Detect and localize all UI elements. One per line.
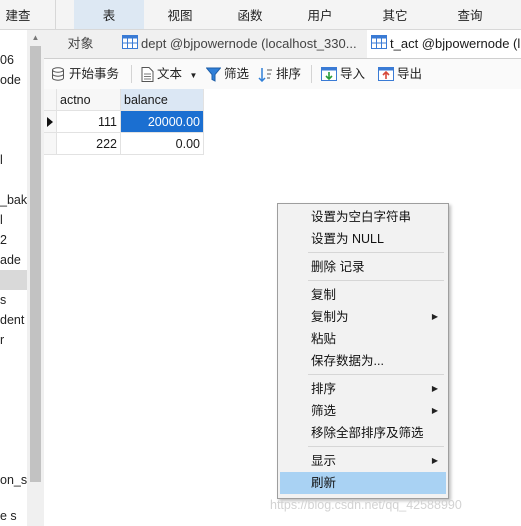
tree-item[interactable]: ade <box>0 250 27 270</box>
tree-item[interactable]: on_sc <box>0 470 27 490</box>
menu-item-set-null[interactable]: 设置为 NULL <box>280 228 446 250</box>
menu-item-set-empty-string[interactable]: 设置为空白字符串 <box>280 206 446 228</box>
filter-icon <box>205 67 222 83</box>
tree-item[interactable]: r <box>0 330 27 350</box>
filter-button[interactable]: 筛选 <box>205 64 250 84</box>
toolbar-separator <box>131 65 132 83</box>
column-header-balance[interactable]: balance <box>121 89 204 111</box>
tree-item[interactable]: _bak <box>0 190 27 210</box>
menu-separator <box>308 280 444 281</box>
context-menu: 设置为空白字符串 设置为 NULL 删除 记录 复制 复制为 ▶ 粘贴 保存数据为… <box>277 203 449 499</box>
export-label: 导出 <box>397 67 423 81</box>
tab-objects[interactable]: 对象 <box>44 30 117 58</box>
menu-separator <box>308 252 444 253</box>
menu-item-display[interactable]: 显示 ▶ <box>280 450 446 472</box>
database-icon <box>52 67 64 81</box>
ribbon-new-query[interactable]: 建查询 <box>0 0 36 55</box>
tree-item[interactable]: e s <box>0 506 27 526</box>
chevron-down-icon: ▼ <box>189 71 198 80</box>
tab-t-act[interactable]: t_act @bjpowernode (l <box>367 30 521 58</box>
submenu-arrow-icon: ▶ <box>431 406 438 415</box>
row-header[interactable] <box>44 133 57 155</box>
tree-item-selected[interactable] <box>0 270 27 290</box>
submenu-arrow-icon: ▶ <box>431 312 438 321</box>
menu-item-label: 筛选 <box>311 404 337 418</box>
import-label: 导入 <box>340 67 366 81</box>
begin-transaction-button[interactable]: 开始事务 <box>51 64 119 84</box>
object-tree: 06 ode l _bak l 2 ade s dent r on_sc e s <box>0 30 27 526</box>
menu-item-label: 显示 <box>311 454 337 468</box>
table-cell[interactable]: 222 <box>57 133 121 155</box>
begin-transaction-label: 开始事务 <box>69 67 120 81</box>
tree-item[interactable]: 2 <box>0 230 27 250</box>
ribbon-query[interactable]: 查询 <box>435 0 505 29</box>
menu-item-refresh[interactable]: 刷新 <box>280 472 446 494</box>
tree-item[interactable]: l <box>0 150 27 170</box>
tree-item[interactable]: l <box>0 210 27 230</box>
tab-dept[interactable]: dept @bjpowernode (localhost_330... <box>118 30 370 58</box>
text-label: 文本 <box>157 67 183 81</box>
menu-separator <box>308 374 444 375</box>
tab-bar: 对象 dept @bjpowernode (localhost_330... t… <box>44 30 521 59</box>
menu-item-remove-sort-filter[interactable]: 移除全部排序及筛选 <box>280 422 446 444</box>
grid-corner <box>44 89 57 111</box>
menu-item-delete-record[interactable]: 删除 记录 <box>280 256 446 278</box>
import-button[interactable]: 导入 <box>321 64 365 84</box>
tab-label: t_act @bjpowernode (l <box>390 36 521 51</box>
menu-item-filter[interactable]: 筛选 ▶ <box>280 400 446 422</box>
ribbon-separator <box>55 0 56 29</box>
toolbar: 开始事务 文本 ▼ 筛选 排序 导入 导出 <box>44 59 521 90</box>
submenu-arrow-icon: ▶ <box>431 456 438 465</box>
document-icon <box>141 67 154 83</box>
text-button[interactable]: 文本 ▼ <box>141 64 197 84</box>
table-cell[interactable]: 0.00 <box>121 133 204 155</box>
ribbon-view[interactable]: 视图 <box>145 0 215 29</box>
table-cell-selected[interactable]: 20000.00 <box>121 111 204 133</box>
sort-label: 排序 <box>276 67 302 81</box>
export-icon <box>378 67 394 82</box>
menu-item-label: 复制为 <box>311 310 349 324</box>
menu-item-copy-as[interactable]: 复制为 ▶ <box>280 306 446 328</box>
menu-item-save-data-as[interactable]: 保存数据为... <box>280 350 446 372</box>
scroll-up-icon[interactable]: ▲ <box>27 30 44 45</box>
tree-item[interactable]: dent <box>0 310 27 330</box>
menu-separator <box>308 446 444 447</box>
menu-item-paste[interactable]: 粘贴 <box>280 328 446 350</box>
menu-item-label: 排序 <box>311 382 337 396</box>
table-icon <box>371 31 387 58</box>
tree-scroll-thumb[interactable] <box>30 46 41 482</box>
tree-item[interactable]: s <box>0 290 27 310</box>
ribbon: 建查询 表 视图 函数 用户 其它 查询 <box>0 0 521 55</box>
sort-icon <box>258 68 272 83</box>
current-row-arrow-icon <box>47 117 53 127</box>
ribbon-user[interactable]: 用户 <box>285 0 355 29</box>
ribbon-table[interactable]: 表 <box>74 0 144 29</box>
watermark: https://blog.csdn.net/qq_42588990 <box>270 498 462 512</box>
sort-button[interactable]: 排序 <box>258 64 301 84</box>
ribbon-function[interactable]: 函数 <box>215 0 285 29</box>
tree-item[interactable]: 06 <box>0 50 27 70</box>
row-header[interactable] <box>44 111 57 133</box>
export-button[interactable]: 导出 <box>378 64 422 84</box>
tree-item[interactable]: ode <box>0 70 27 90</box>
menu-item-copy[interactable]: 复制 <box>280 284 446 306</box>
submenu-arrow-icon: ▶ <box>431 384 438 393</box>
filter-label: 筛选 <box>224 67 250 81</box>
column-header-actno[interactable]: actno <box>57 89 121 111</box>
ribbon-other[interactable]: 其它 <box>360 0 430 29</box>
table-cell[interactable]: 111 <box>57 111 121 133</box>
table-icon <box>122 31 138 58</box>
import-icon <box>321 67 337 82</box>
menu-item-sort[interactable]: 排序 ▶ <box>280 378 446 400</box>
toolbar-separator <box>311 65 312 83</box>
tab-label: dept @bjpowernode (localhost_330... <box>141 36 357 51</box>
